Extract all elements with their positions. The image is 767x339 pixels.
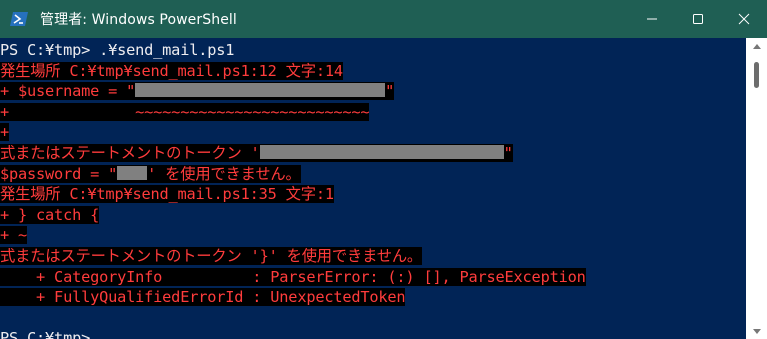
- error-message-cont: $password = " ' を使用できません。: [0, 164, 301, 183]
- error-code-prefix: + $username = ": [0, 82, 136, 101]
- arrow-down-icon: [752, 328, 761, 334]
- close-button[interactable]: [721, 0, 767, 38]
- redacted-block: [135, 83, 386, 98]
- error-message-suffix: ": [503, 143, 513, 162]
- error-code: + $username = " ": [0, 82, 395, 101]
- redacted-block: [117, 165, 148, 180]
- prompt: PS C:¥tmp>: [0, 329, 100, 339]
- minimize-icon: [647, 18, 657, 20]
- console-line: +: [0, 122, 746, 143]
- title-bar[interactable]: 管理者: Windows PowerShell: [0, 0, 767, 38]
- error-category: + CategoryInfo : ParserError: (:) [], Pa…: [0, 267, 586, 286]
- error-message-prefix: 式またはステートメントのトークン ': [0, 143, 260, 162]
- console-line: + } catch {: [0, 205, 746, 226]
- scroll-up-button[interactable]: [746, 38, 767, 54]
- scroll-down-button[interactable]: [746, 323, 767, 339]
- arrow-up-icon: [752, 43, 761, 49]
- prompt: PS C:¥tmp>: [0, 41, 100, 59]
- close-icon: [738, 13, 750, 25]
- error-code: + } catch {: [0, 205, 100, 224]
- powershell-window: 管理者: Windows PowerShell PS C:¥tmp> .¥sen…: [0, 0, 767, 339]
- console-line: + $username = " ": [0, 81, 746, 102]
- console-line: 発生場所 C:¥tmp¥send_mail.ps1:12 文字:14: [0, 61, 746, 82]
- console-line: + ~~~~~~~~~~~~~~~~~~~~~~~~~~: [0, 102, 746, 123]
- maximize-button[interactable]: [675, 0, 721, 38]
- console-line: + FullyQualifiedErrorId : UnexpectedToke…: [0, 287, 746, 308]
- powershell-icon: [10, 10, 28, 28]
- console-line: 式またはステートメントのトークン ' ": [0, 143, 746, 164]
- console-line: 発生場所 C:¥tmp¥send_mail.ps1:35 文字:1: [0, 184, 746, 205]
- error-cont-suffix: ' を使用できません。: [147, 164, 301, 183]
- error-cont-prefix: $password = ": [0, 164, 118, 183]
- error-message: 式またはステートメントのトークン ' ": [0, 143, 513, 162]
- console-line: 式またはステートメントのトークン '}' を使用できません。: [0, 246, 746, 267]
- scrollbar-thumb[interactable]: [754, 62, 759, 88]
- error-code-suffix: ": [385, 82, 395, 101]
- error-blank: +: [0, 123, 10, 142]
- error-squiggle: + ~: [0, 226, 28, 245]
- window-controls: [629, 0, 767, 38]
- console-output[interactable]: PS C:¥tmp> .¥send_mail.ps1 発生場所 C:¥tmp¥s…: [0, 38, 746, 339]
- error-location: 発生場所 C:¥tmp¥send_mail.ps1:35 文字:1: [0, 185, 334, 204]
- minimize-button[interactable]: [629, 0, 675, 38]
- console-line: PS C:¥tmp>: [0, 328, 746, 339]
- error-message: 式またはステートメントのトークン '}' を使用できません。: [0, 246, 423, 265]
- console-line: PS C:¥tmp> .¥send_mail.ps1: [0, 40, 746, 61]
- command-text: .¥send_mail.ps1: [99, 41, 235, 59]
- console-line: $password = " ' を使用できません。: [0, 164, 746, 185]
- window-title: 管理者: Windows PowerShell: [40, 12, 237, 28]
- maximize-icon: [693, 14, 703, 24]
- console-line: + CategoryInfo : ParserError: (:) [], Pa…: [0, 267, 746, 288]
- error-location: 発生場所 C:¥tmp¥send_mail.ps1:12 文字:14: [0, 61, 343, 80]
- redacted-block: [259, 144, 504, 159]
- error-id: + FullyQualifiedErrorId : UnexpectedToke…: [0, 288, 406, 307]
- vertical-scrollbar[interactable]: [746, 38, 767, 339]
- console-line: + ~: [0, 225, 746, 246]
- error-squiggle: + ~~~~~~~~~~~~~~~~~~~~~~~~~~: [0, 102, 370, 121]
